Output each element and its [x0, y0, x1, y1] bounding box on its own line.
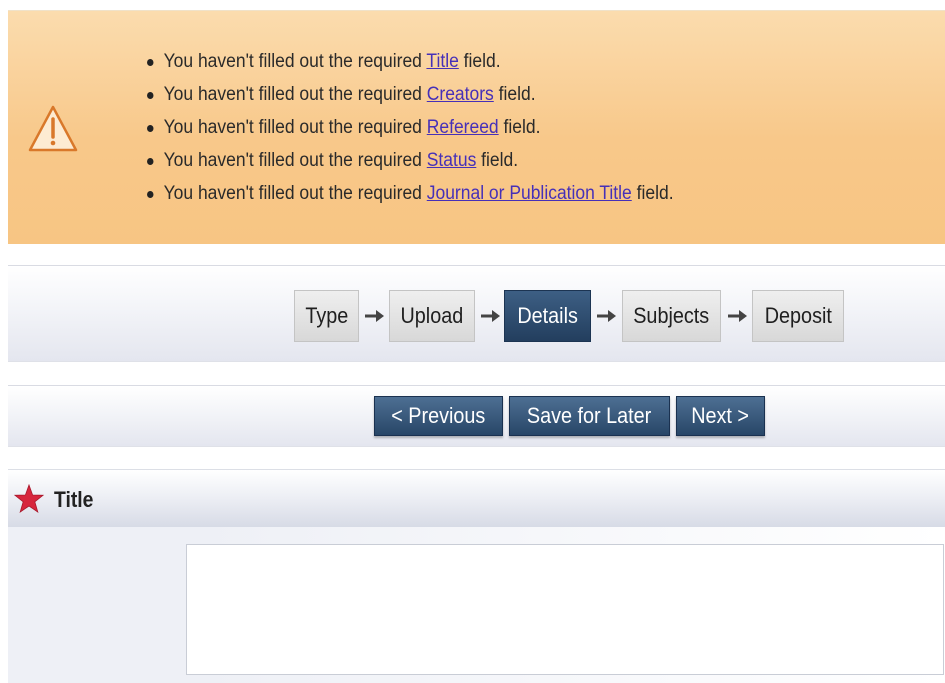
- navigation-buttons-bar: < Previous Save for Later Next >: [8, 385, 945, 447]
- warning-text-before: You haven't filled out the required: [163, 183, 427, 204]
- required-star-icon: [14, 484, 44, 513]
- warning-text-after: field.: [476, 150, 519, 171]
- right-arrow-icon: [597, 310, 616, 322]
- warning-text-before: You haven't filled out the required: [163, 51, 427, 72]
- warning-item: You haven't filled out the required Jour…: [136, 177, 674, 210]
- next-button-label: Next >: [691, 403, 750, 428]
- warning-text-after: field.: [631, 183, 674, 204]
- right-arrow-icon: [728, 310, 747, 322]
- warning-text-after: field.: [493, 84, 536, 105]
- step-type[interactable]: Type: [294, 290, 359, 342]
- warning-text-before: You haven't filled out the required: [163, 117, 427, 138]
- step-type-label: Type: [305, 303, 348, 328]
- field-link-title[interactable]: Title: [426, 51, 458, 72]
- title-input[interactable]: [186, 544, 944, 675]
- right-arrow-icon: [481, 310, 500, 322]
- field-link-status[interactable]: Status: [427, 150, 477, 171]
- step-deposit-label: Deposit: [764, 303, 832, 328]
- step-upload-label: Upload: [400, 303, 464, 328]
- title-field-header: Title: [8, 469, 945, 527]
- field-link-journal-title[interactable]: Journal or Publication Title: [427, 183, 632, 204]
- warning-item: You haven't filled out the required Refe…: [136, 111, 674, 144]
- warning-item: You haven't filled out the required Titl…: [136, 45, 674, 78]
- step-deposit[interactable]: Deposit: [752, 290, 844, 342]
- next-button[interactable]: Next >: [676, 396, 765, 436]
- warning-text-after: field.: [458, 51, 501, 72]
- warning-icon: [28, 105, 78, 152]
- step-details-label: Details: [517, 303, 578, 328]
- previous-button-label: < Previous: [391, 403, 486, 428]
- title-field-body: [8, 527, 945, 683]
- step-upload[interactable]: Upload: [389, 290, 475, 342]
- field-link-refereed[interactable]: Refereed: [427, 117, 499, 138]
- workflow-steps-bar: Type Upload Details Subjects Deposit: [8, 265, 945, 362]
- warning-item: You haven't filled out the required Crea…: [136, 78, 674, 111]
- warning-list: You haven't filled out the required Titl…: [136, 45, 720, 210]
- save-for-later-button[interactable]: Save for Later: [509, 396, 670, 436]
- right-arrow-icon: [365, 310, 384, 322]
- step-subjects[interactable]: Subjects: [622, 290, 721, 342]
- field-title-label: Title: [54, 487, 94, 512]
- warning-text-before: You haven't filled out the required: [163, 84, 427, 105]
- save-for-later-label: Save for Later: [527, 403, 652, 428]
- step-subjects-label: Subjects: [633, 303, 710, 328]
- validation-warning-box: You haven't filled out the required Titl…: [8, 10, 945, 244]
- warning-item: You haven't filled out the required Stat…: [136, 144, 674, 177]
- warning-text-after: field.: [498, 117, 541, 138]
- previous-button[interactable]: < Previous: [374, 396, 503, 436]
- warning-text-before: You haven't filled out the required: [163, 150, 427, 171]
- step-details[interactable]: Details: [504, 290, 591, 342]
- field-link-creators[interactable]: Creators: [427, 84, 494, 105]
